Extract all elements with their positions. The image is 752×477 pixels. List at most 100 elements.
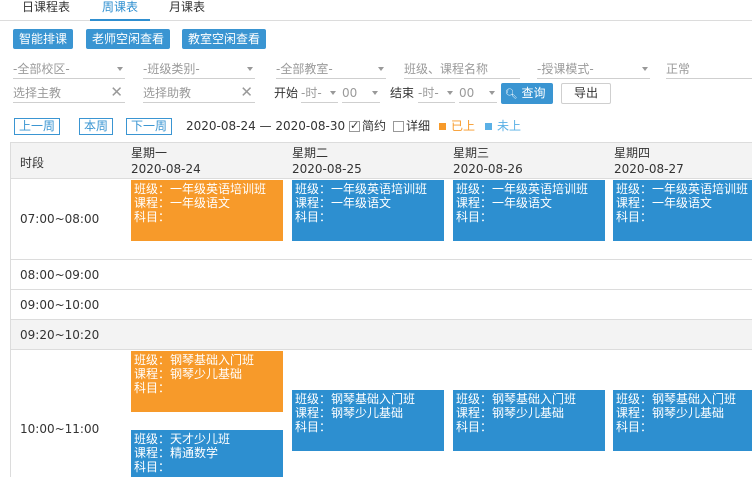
course-card[interactable]: 班级：钢琴基础入门班 课程：钢琴少儿基础 科目： (613, 390, 752, 451)
course-card[interactable]: 班级：钢琴基础入门班 课程：钢琴少儿基础 科目： (131, 351, 283, 412)
chevron-down-icon (642, 67, 648, 71)
start-hour-select[interactable]: -时- (301, 83, 338, 103)
time-slot-label: 10:00~11:00 (20, 422, 100, 436)
course-card[interactable]: 班级：一年级英语培训班 课程：一年级语文 科目： (292, 180, 444, 241)
weekday-label: 星期三 (453, 146, 490, 160)
card-class: 班级：钢琴基础入门班 (616, 392, 737, 406)
card-course: 课程：一年级语文 (616, 196, 713, 210)
view-tabs: 日课程表 周课表 月课表 (0, 0, 752, 21)
chevron-down-icon (447, 91, 453, 95)
export-button[interactable]: 导出 (561, 83, 611, 104)
end-hour-value: -时- (418, 86, 439, 100)
class-course-placeholder: 班级、课程名称 (404, 62, 489, 76)
card-course: 课程：钢琴少儿基础 (616, 406, 725, 420)
detail-checkbox[interactable] (393, 121, 404, 132)
day-header: 星期一 2020-08-24 (131, 143, 201, 179)
tab-monthly[interactable]: 月课表 (169, 0, 205, 21)
card-subject: 科目： (134, 460, 171, 474)
start-minute-value: 00 (342, 86, 358, 100)
detail-label: 详细 (406, 119, 431, 133)
tab-daily[interactable]: 日课程表 (22, 0, 70, 21)
card-class: 班级：钢琴基础入门班 (134, 353, 255, 367)
main-teacher-placeholder: 选择主教 (13, 86, 62, 100)
time-slot-label: 09:00~10:00 (20, 298, 100, 312)
card-course: 课程：一年级语文 (456, 196, 553, 210)
chevron-down-icon (117, 67, 123, 71)
card-course: 课程：精通数学 (134, 446, 219, 460)
start-label: 开始 (274, 86, 299, 100)
clear-icon[interactable]: ✕ (110, 83, 123, 102)
end-minute-value: 00 (459, 86, 475, 100)
main-teacher-input[interactable]: 选择主教 ✕ (13, 83, 125, 103)
legend-todo-swatch (485, 123, 492, 130)
time-slot-label: 07:00~08:00 (20, 212, 100, 226)
teach-mode-select[interactable]: -授课模式- (537, 59, 650, 79)
assistant-placeholder: 选择助教 (143, 86, 192, 100)
query-button-label: 查询 (521, 86, 546, 100)
start-hour-value: -时- (301, 86, 322, 100)
room-free-button[interactable]: 教室空闲查看 (182, 29, 267, 49)
prev-week-button[interactable]: 上一周 (14, 118, 61, 135)
chevron-down-icon (372, 91, 378, 95)
day-header: 星期四 2020-08-27 (614, 143, 684, 179)
course-card[interactable]: 班级：天才少儿班 课程：精通数学 科目： (131, 430, 283, 477)
date-range: 2020-08-24 — 2020-08-30 (186, 119, 346, 133)
date-label: 2020-08-24 (131, 162, 201, 176)
room-select[interactable]: -全部教室- (276, 59, 386, 79)
course-card[interactable]: 班级：钢琴基础入门班 课程：钢琴少儿基础 科目： (453, 390, 605, 451)
schedule-grid: 时段 星期一 2020-08-24 星期二 2020-08-25 星期三 202… (10, 142, 752, 477)
legend-todo-label: 未上 (497, 119, 522, 133)
brief-checkbox[interactable] (349, 119, 360, 132)
chevron-down-icon (378, 67, 384, 71)
course-card[interactable]: 班级：一年级英语培训班 课程：一年级语文 科目： (131, 180, 283, 241)
teach-mode-select-value: -授课模式- (537, 62, 594, 76)
card-subject: 科目： (295, 210, 332, 224)
card-subject: 科目： (295, 420, 332, 434)
card-class: 班级：一年级英语培训班 (134, 182, 267, 196)
time-slot-row: 09:20~10:20 (11, 320, 752, 350)
query-button[interactable]: 🔍︎ 查询 (501, 83, 553, 104)
campus-select[interactable]: -全部校区- (13, 59, 125, 79)
this-week-button[interactable]: 本周 (79, 118, 114, 135)
date-label: 2020-08-25 (292, 162, 362, 176)
weekday-label: 星期一 (131, 146, 168, 160)
card-subject: 科目： (616, 420, 653, 434)
smart-schedule-button[interactable]: 智能排课 (13, 29, 74, 49)
end-label: 结束 (390, 86, 415, 100)
course-card[interactable]: 班级：一年级英语培训班 课程：一年级语文 科目： (453, 180, 605, 241)
assistant-teacher-input[interactable]: 选择助教 ✕ (143, 83, 255, 103)
card-subject: 科目： (134, 210, 171, 224)
brief-label: 简约 (362, 119, 387, 133)
card-subject: 科目： (616, 210, 653, 224)
search-icon: 🔍︎ (505, 89, 518, 100)
course-card[interactable]: 班级：钢琴基础入门班 课程：钢琴少儿基础 科目： (292, 390, 444, 451)
card-class: 班级：钢琴基础入门班 (295, 392, 416, 406)
date-label: 2020-08-26 (453, 162, 523, 176)
class-course-search-input[interactable]: 班级、课程名称 (404, 59, 520, 79)
time-slot-row: 09:00~10:00 (11, 290, 752, 320)
card-class: 班级：一年级英语培训班 (456, 182, 589, 196)
status-select[interactable]: 正常 (666, 59, 752, 79)
start-minute-select[interactable]: 00 (342, 83, 380, 103)
card-class: 班级：钢琴基础入门班 (456, 392, 577, 406)
end-hour-select[interactable]: -时- (418, 83, 455, 103)
teacher-free-button[interactable]: 老师空闲查看 (86, 29, 171, 49)
course-card[interactable]: 班级：一年级英语培训班 课程：一年级语文 科目： (613, 180, 752, 241)
chevron-down-icon (247, 67, 253, 71)
card-course: 课程：钢琴少儿基础 (456, 406, 565, 420)
card-course: 课程：钢琴少儿基础 (295, 406, 404, 420)
card-subject: 科目： (456, 420, 493, 434)
card-course: 课程：一年级语文 (295, 196, 392, 210)
card-subject: 科目： (456, 210, 493, 224)
clear-icon[interactable]: ✕ (240, 83, 253, 102)
time-slot-label: 09:20~10:20 (20, 328, 100, 342)
class-type-select[interactable]: -班级类别- (143, 59, 255, 79)
tab-weekly[interactable]: 周课表 (90, 0, 151, 21)
card-course: 课程：一年级语文 (134, 196, 231, 210)
day-header: 星期三 2020-08-26 (453, 143, 523, 179)
campus-select-value: -全部校区- (13, 62, 70, 76)
end-minute-select[interactable]: 00 (459, 83, 497, 103)
card-class: 班级：天才少儿班 (134, 432, 231, 446)
next-week-button[interactable]: 下一周 (126, 118, 173, 135)
card-class: 班级：一年级英语培训班 (616, 182, 749, 196)
